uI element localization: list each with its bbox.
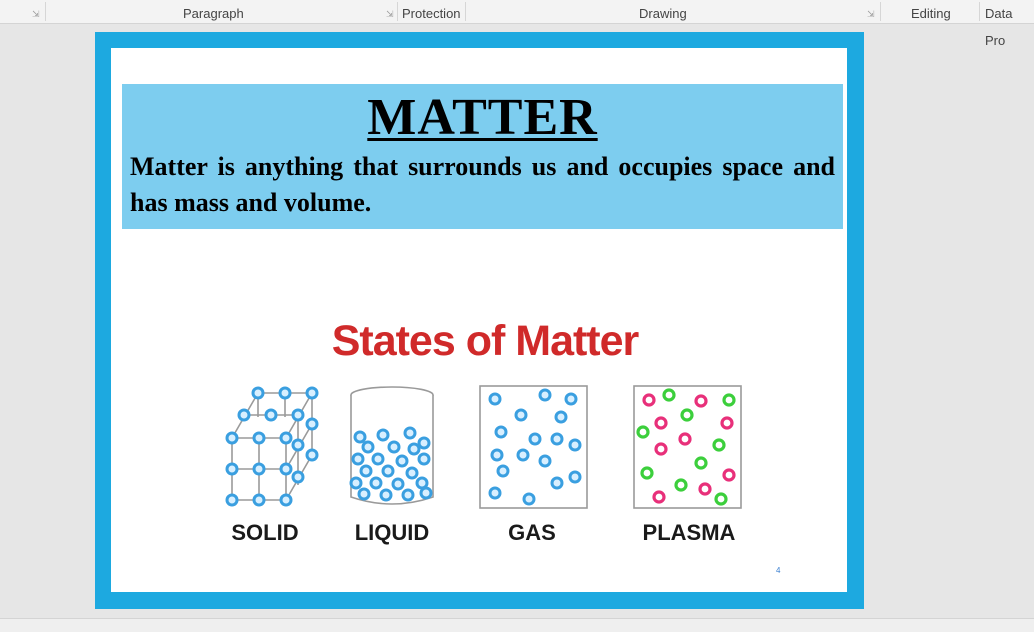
ribbon-separator [465,2,466,21]
ribbon-bar: ⇲ Paragraph ⇲ Protection Drawing ⇲ Editi… [0,0,1034,48]
liquid-beaker-illustration[interactable] [349,385,436,511]
states-of-matter-title[interactable]: States of Matter [300,313,670,369]
ribbon-separator [397,2,398,21]
ribbon-separator [880,2,881,21]
gas-label[interactable]: GAS [472,520,592,546]
dialog-launcher-icon[interactable]: ⇲ [32,9,40,19]
ribbon-group-protection[interactable]: Protection [402,0,461,23]
ribbon-group-drawing[interactable]: Drawing [639,0,687,23]
ribbon-group-editing[interactable]: Editing [911,0,951,23]
definition-text[interactable]: Matter is anything that surrounds us and… [130,149,835,221]
ribbon-separator [979,2,980,21]
slide-title[interactable]: MATTER [122,90,843,146]
plasma-label[interactable]: PLASMA [629,520,749,546]
ribbon-separator [45,2,46,21]
gas-box-illustration[interactable] [479,385,589,510]
paragraph-launcher-icon[interactable]: ⇲ [386,9,394,19]
ribbon-group-data-pro[interactable]: Data Pro [985,0,1034,48]
liquid-label[interactable]: LIQUID [332,520,452,546]
status-bar [0,618,1034,632]
solid-lattice-illustration[interactable] [222,383,322,509]
title-banner[interactable]: MATTER Matter is anything that surrounds… [122,84,843,229]
solid-label[interactable]: SOLID [205,520,325,546]
drawing-launcher-icon[interactable]: ⇲ [867,9,875,19]
slide-number: 4 [776,566,781,575]
plasma-box-illustration[interactable] [633,385,743,510]
ribbon-group-paragraph[interactable]: Paragraph [183,0,244,23]
